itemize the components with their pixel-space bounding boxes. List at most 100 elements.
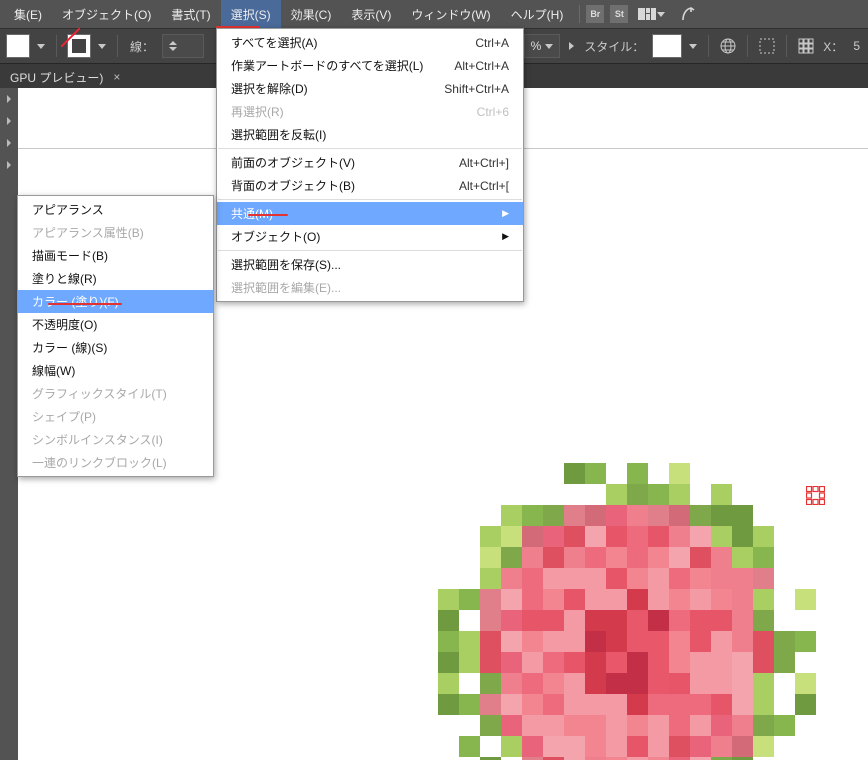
globe-icon[interactable] [719,37,737,55]
menu-item-label: 一連のリンクブロック(L) [32,454,199,471]
menu-item[interactable]: カラー (線)(S) [18,336,213,359]
menu-item-label: 選択範囲を反転(I) [231,126,509,143]
menu-item: 選択範囲を編集(E)... [217,276,523,299]
menu-item[interactable]: 前面のオブジェクト(V)Alt+Ctrl+] [217,151,523,174]
mosaic-pixel [690,547,711,568]
transform-reference-icon[interactable] [797,37,815,55]
mosaic-pixel [606,568,627,589]
menu-item-shortcut: Alt+Ctrl+] [459,156,509,170]
mosaic-pixel [732,547,753,568]
menu-item-shortcut: Alt+Ctrl+[ [459,179,509,193]
mosaic-pixel [585,505,606,526]
menu-item-label: シェイプ(P) [32,408,199,425]
menu-window[interactable]: ウィンドウ(W) [401,0,500,28]
mosaic-pixel [564,715,585,736]
mosaic-pixel [480,652,501,673]
style-swatch[interactable] [652,34,682,58]
mosaic-pixel [480,568,501,589]
menu-item[interactable]: 選択範囲を保存(S)... [217,253,523,276]
stroke-weight-dropdown[interactable] [162,34,204,58]
menu-help[interactable]: ヘルプ(H) [501,0,574,28]
menu-item[interactable]: 選択範囲を反転(I) [217,123,523,146]
menu-view[interactable]: 表示(V) [341,0,401,28]
menu-effect[interactable]: 効果(C) [281,0,342,28]
menu-item[interactable]: アピアランス [18,198,213,221]
menu-item[interactable]: 線幅(W) [18,359,213,382]
mosaic-pixel [732,673,753,694]
mosaic-pixel [732,736,753,757]
mosaic-pixel [522,568,543,589]
workspace-switcher-icon[interactable] [638,5,656,23]
menu-item[interactable]: 選択を解除(D)Shift+Ctrl+A [217,77,523,100]
mosaic-pixel [543,547,564,568]
mosaic-pixel [585,463,606,484]
mosaic-pixel [585,673,606,694]
close-icon[interactable]: × [113,70,120,84]
menu-item[interactable]: 塗りと線(R) [18,267,213,290]
menu-item[interactable]: すべてを選択(A)Ctrl+A [217,31,523,54]
menu-item[interactable]: カラー (塗り)(F) [18,290,213,313]
menu-item[interactable]: 不透明度(O) [18,313,213,336]
search-icon[interactable] [680,5,698,23]
mosaic-pixel [774,631,795,652]
tool-placeholder[interactable] [0,110,18,132]
align-selection-icon[interactable] [758,37,776,55]
underline-fillcolor [48,303,122,305]
mosaic-pixel [711,673,732,694]
tool-placeholder[interactable] [0,88,18,110]
stroke-swatch[interactable] [67,34,91,58]
menu-item[interactable]: 描画モード(B) [18,244,213,267]
chevron-down-icon[interactable] [656,5,666,23]
mosaic-pixel [564,463,585,484]
mosaic-pixel [543,736,564,757]
menu-select[interactable]: 選択(S) [221,0,281,28]
chevron-down-icon[interactable] [36,37,46,55]
mosaic-pixel [711,631,732,652]
mosaic-pixel [501,610,522,631]
mosaic-pixel [522,694,543,715]
fill-swatch[interactable] [6,34,30,58]
menu-object[interactable]: オブジェクト(O) [52,0,161,28]
tool-placeholder[interactable] [0,154,18,176]
mosaic-pixel [459,694,480,715]
mosaic-pixel [627,673,648,694]
mosaic-pixel [606,505,627,526]
menu-item[interactable]: 背面のオブジェクト(B)Alt+Ctrl+[ [217,174,523,197]
menu-separator [218,250,522,251]
submenu-arrow-icon: ▶ [501,208,509,219]
chevron-right-icon[interactable] [566,37,576,55]
mosaic-pixel [669,505,690,526]
mosaic-pixel [711,484,732,505]
menu-item-label: グラフィックスタイル(T) [32,385,199,402]
mosaic-pixel [438,610,459,631]
chevron-down-icon[interactable] [97,37,107,55]
menu-item[interactable]: オブジェクト(O)▶ [217,225,523,248]
menu-item-label: カラー (塗り)(F) [32,293,199,310]
mosaic-pixel [732,505,753,526]
menu-item-label: 再選択(R) [231,103,453,120]
mosaic-pixel [606,526,627,547]
mosaic-pixel [753,568,774,589]
menu-type[interactable]: 書式(T) [161,0,220,28]
mosaic-pixel [564,505,585,526]
tool-placeholder[interactable] [0,132,18,154]
mosaic-pixel [606,484,627,505]
mosaic-pixel [690,505,711,526]
chevron-down-icon[interactable] [688,37,698,55]
menu-file[interactable]: 集(E) [4,0,52,28]
menu-item[interactable]: 作業アートボードのすべてを選択(L)Alt+Ctrl+A [217,54,523,77]
stock-icon[interactable]: St [610,5,628,23]
opacity-dropdown[interactable]: % [524,34,561,58]
mosaic-pixel [480,526,501,547]
mosaic-pixel [543,652,564,673]
document-tab[interactable]: GPU プレビュー) × [0,64,130,90]
mosaic-pixel [522,736,543,757]
menu-item: 再選択(R)Ctrl+6 [217,100,523,123]
mosaic-pixel [690,715,711,736]
style-label: スタイル： [582,38,646,55]
mosaic-pixel [585,610,606,631]
separator [747,35,748,57]
mosaic-pixel [522,652,543,673]
separator [786,35,787,57]
bridge-icon[interactable]: Br [586,5,604,23]
